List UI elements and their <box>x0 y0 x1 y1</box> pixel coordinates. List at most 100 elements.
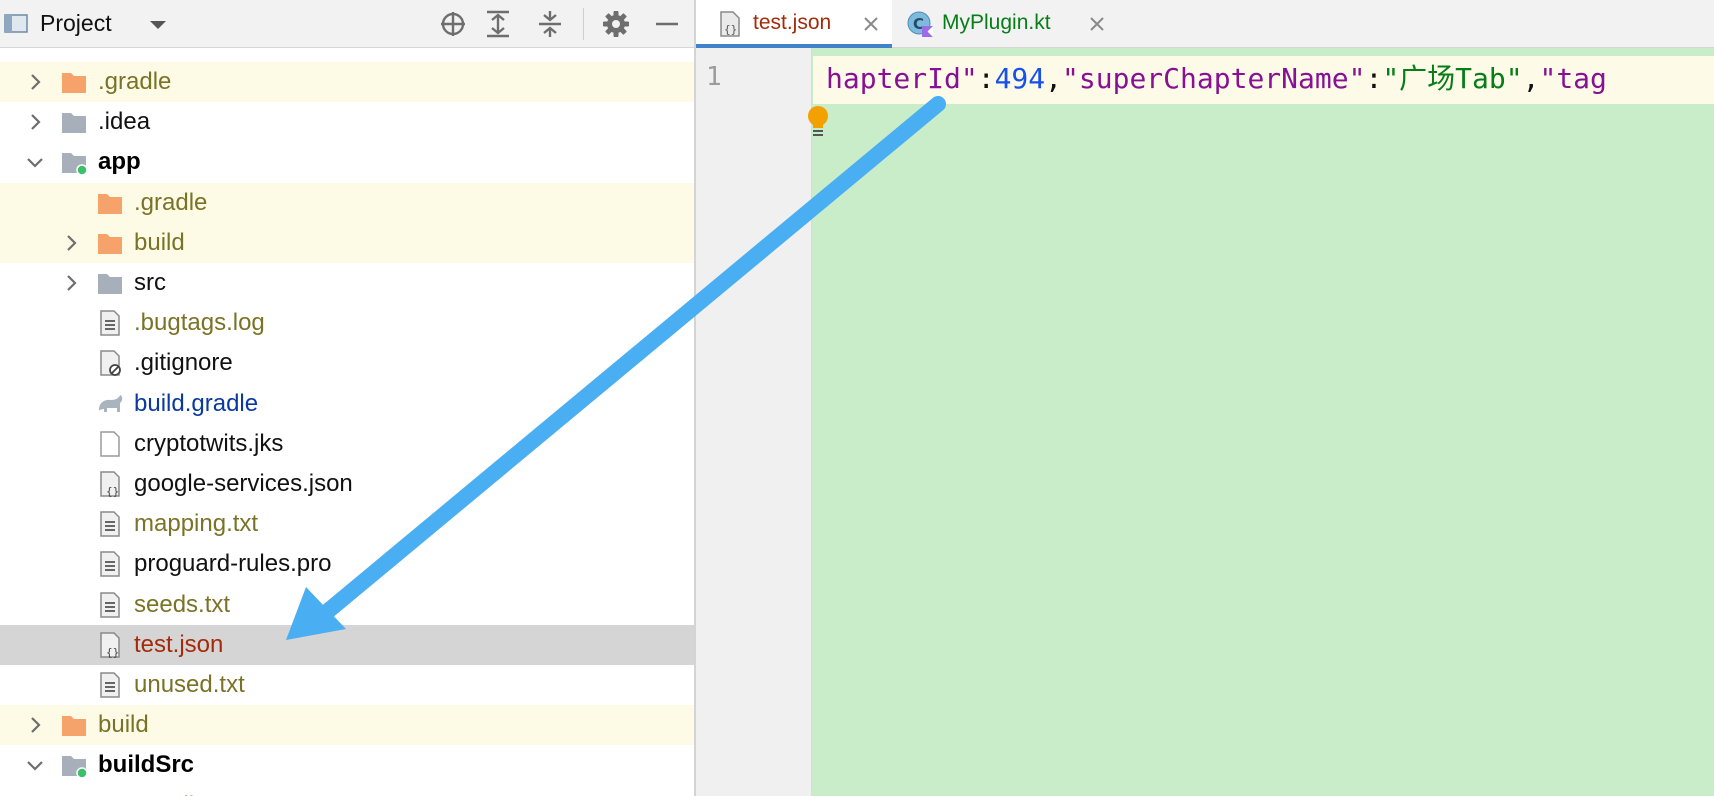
editor-area[interactable]: {} test.json C MyPlugin.kt 1 hapterId":4… <box>696 0 1714 796</box>
tree-item-label: cryptotwits.jks <box>134 429 284 457</box>
tree-item[interactable]: proguard-rules.pro <box>0 544 694 584</box>
tree-item-label: google-services.json <box>134 470 353 497</box>
tree-item[interactable]: buildSrc <box>0 745 694 785</box>
tree-item-label: src <box>134 269 166 296</box>
expand-all-button[interactable] <box>480 6 516 42</box>
tab-test-json[interactable]: {} test.json <box>696 0 892 48</box>
tree-item-label: .gradle <box>98 68 172 95</box>
settings-button[interactable] <box>598 6 634 42</box>
chevron-down-icon[interactable] <box>26 756 44 774</box>
tree-item[interactable]: .gitignore <box>0 343 694 383</box>
chevron-right-icon[interactable] <box>62 234 80 252</box>
tab-myplugin-kt[interactable]: C MyPlugin.kt <box>892 0 1132 48</box>
project-view-selector[interactable]: Project <box>40 9 112 37</box>
tree-item-label: build.gradle <box>134 389 259 417</box>
tree-item-label: build <box>98 711 149 739</box>
project-window-icon <box>4 14 28 33</box>
editor-gutter[interactable]: 1 <box>696 48 812 796</box>
json-file-icon: {} <box>720 11 740 37</box>
code-token: "广场Tab" <box>1382 62 1523 95</box>
tree-item-label: .bugtags.log <box>134 309 265 337</box>
editor-tab-bar: {} test.json C MyPlugin.kt <box>696 0 1714 48</box>
code-token: 494 <box>994 62 1046 95</box>
tree-item[interactable]: unused.txt <box>0 665 694 705</box>
tree-item[interactable]: {} test.json <box>0 624 694 665</box>
locate-file-button[interactable] <box>435 6 471 42</box>
tree-item-label: seeds.txt <box>134 590 231 618</box>
tree-item-label: test.json <box>134 630 224 658</box>
tree-item-label: buildSrc <box>98 751 195 779</box>
crosshair-icon <box>441 12 465 36</box>
module-folder-icon <box>62 756 88 780</box>
hide-panel-button[interactable] <box>649 6 685 42</box>
tree-item[interactable]: seeds.txt <box>0 585 694 625</box>
tree-item[interactable]: cryptotwits.jks <box>0 424 694 464</box>
tree-item[interactable]: build.gradle <box>0 384 694 424</box>
text-file-icon <box>100 511 120 537</box>
code-token: , <box>1522 62 1540 95</box>
tree-item[interactable]: .idea <box>0 102 694 142</box>
tree-item[interactable]: .gradle <box>0 182 694 223</box>
folder-orange-icon <box>96 792 124 796</box>
tree-item[interactable]: .bugtags.log <box>0 303 694 343</box>
tree-item-label: .gitignore <box>134 349 233 377</box>
tree-item[interactable]: build <box>0 222 694 263</box>
folder-gray-icon <box>62 113 86 134</box>
code-token: , <box>1045 62 1063 95</box>
collapse-all-icon <box>539 11 561 37</box>
json-file-icon: {} <box>100 471 120 498</box>
tree-item-label: .idea <box>98 108 151 136</box>
folder-orange-icon <box>62 716 86 737</box>
line-number: 1 <box>706 62 722 92</box>
tree-item-label: mapping.txt <box>134 510 259 538</box>
expand-all-icon <box>487 10 509 38</box>
lightbulb-icon[interactable] <box>806 104 830 138</box>
code-token: hapterId" <box>826 62 978 95</box>
folder-orange-icon <box>62 73 86 93</box>
chevron-down-icon[interactable] <box>146 17 170 33</box>
close-icon[interactable] <box>1088 15 1106 33</box>
tab-label: test.json <box>753 11 832 34</box>
code-line-1[interactable]: hapterId":494,"superChapterName":"广场Tab"… <box>826 60 1607 98</box>
folder-orange-icon <box>98 233 122 254</box>
header-separator <box>583 8 584 40</box>
collapse-all-button[interactable] <box>532 6 568 42</box>
tree-item[interactable]: {} google-services.json <box>0 464 694 504</box>
project-tool-window: Project .gradle .idea app .gradle build … <box>0 0 694 796</box>
chevron-right-icon[interactable] <box>26 113 44 131</box>
tab-label: MyPlugin.kt <box>942 11 1051 34</box>
text-file-icon <box>100 310 120 336</box>
text-file-icon <box>100 591 120 618</box>
code-token: : <box>977 62 995 95</box>
code-token: "tag <box>1539 62 1607 95</box>
chevron-right-icon[interactable] <box>26 73 44 91</box>
text-file-icon <box>100 551 120 578</box>
tree-item[interactable]: app <box>0 142 694 182</box>
code-token: "superChapterName" <box>1062 62 1366 95</box>
tree-item[interactable]: .gradle <box>0 786 694 796</box>
code-token: : <box>1365 62 1383 95</box>
tree-item[interactable]: .gradle <box>0 62 694 102</box>
chevron-right-icon[interactable] <box>26 716 44 734</box>
tree-item-label: .gradle <box>134 792 207 796</box>
tree-item-label: proguard-rules.pro <box>134 550 332 578</box>
tree-item[interactable]: mapping.txt <box>0 504 694 544</box>
tree-item-label: unused.txt <box>134 671 245 698</box>
gear-icon <box>603 11 629 37</box>
ignore-file-icon <box>100 350 121 377</box>
module-folder-icon <box>62 153 88 177</box>
svg-text:{}: {} <box>106 646 119 659</box>
project-tree[interactable]: .gradle .idea app .gradle build src .bugtags.l… <box>0 40 694 796</box>
text-file-icon <box>100 672 120 698</box>
minimize-icon <box>656 22 678 26</box>
json-file-icon: {} <box>100 632 120 659</box>
close-icon[interactable] <box>862 15 880 33</box>
chevron-right-icon[interactable] <box>62 274 80 292</box>
chevron-down-icon[interactable] <box>26 153 44 171</box>
folder-gray-icon <box>98 274 122 294</box>
tree-item[interactable]: src <box>0 263 694 303</box>
tree-item-label: build <box>134 228 185 256</box>
tree-item[interactable]: build <box>0 705 694 746</box>
tree-item-label: app <box>98 148 141 176</box>
svg-text:{}: {} <box>724 23 737 36</box>
